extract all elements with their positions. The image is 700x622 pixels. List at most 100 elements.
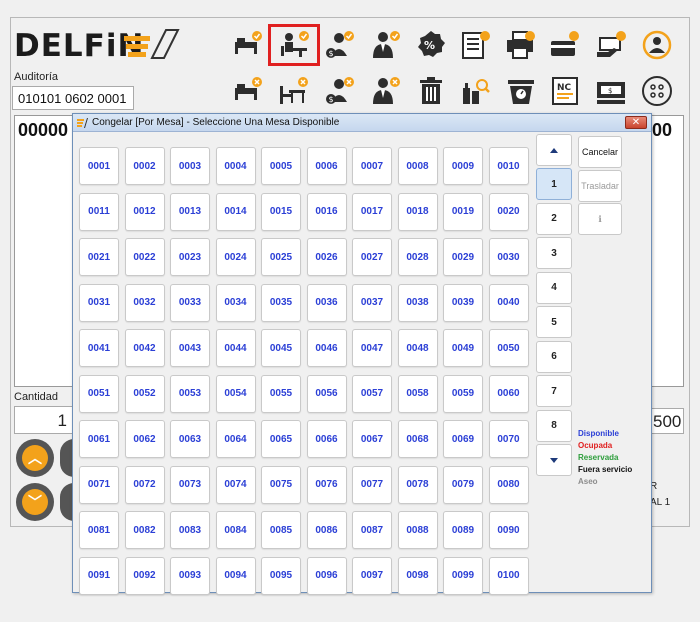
table-button[interactable]: 0056 — [306, 374, 347, 413]
table-button[interactable]: 0095 — [261, 556, 301, 595]
table-button[interactable]: 0063 — [170, 420, 210, 458]
table-button[interactable]: 0034 — [215, 283, 256, 322]
table-button[interactable]: 0077 — [352, 465, 392, 504]
toolbar-button-waiter-cancel[interactable]: $ — [320, 72, 358, 110]
table-button[interactable]: 0083 — [170, 511, 210, 549]
table-button[interactable]: 0071 — [79, 465, 119, 504]
table-button[interactable]: 0030 — [488, 238, 529, 276]
table-button[interactable]: 0073 — [170, 465, 210, 504]
table-button[interactable]: 0084 — [215, 511, 256, 549]
table-button[interactable]: 0003 — [170, 147, 210, 185]
table-button[interactable]: 0065 — [261, 420, 301, 458]
table-button[interactable]: 0044 — [215, 329, 256, 367]
table-button[interactable]: 0005 — [261, 147, 301, 185]
table-button[interactable]: 0025 — [261, 238, 301, 276]
page-button[interactable]: 6 — [536, 340, 572, 373]
table-button[interactable]: 0096 — [306, 556, 347, 595]
table-button[interactable]: 0041 — [79, 329, 119, 367]
table-button[interactable]: 0090 — [488, 511, 529, 549]
table-button[interactable]: 0072 — [124, 465, 165, 504]
toolbar-button-bed-check[interactable] — [228, 26, 266, 64]
table-button[interactable]: 0024 — [215, 238, 256, 276]
table-button[interactable]: 0075 — [261, 465, 301, 504]
table-button[interactable]: 0016 — [306, 192, 347, 231]
table-button[interactable]: 0012 — [124, 192, 165, 231]
table-button[interactable]: 0093 — [170, 556, 210, 595]
toolbar-button-person-check[interactable] — [366, 26, 404, 64]
table-button[interactable]: 0052 — [124, 374, 165, 413]
table-button[interactable]: 0079 — [443, 465, 483, 504]
table-button[interactable]: 0094 — [215, 556, 256, 595]
table-button[interactable]: 0035 — [261, 283, 301, 322]
table-button[interactable]: 0021 — [79, 238, 119, 276]
table-button[interactable]: 0040 — [488, 283, 529, 322]
table-button[interactable]: 0022 — [124, 238, 165, 276]
toolbar-button-user-sync[interactable] — [638, 26, 676, 64]
table-button[interactable]: 0091 — [79, 556, 119, 595]
quantity-field[interactable]: 1 — [14, 406, 74, 434]
table-button[interactable]: 0048 — [397, 329, 438, 367]
table-button[interactable]: 0074 — [215, 465, 256, 504]
table-button[interactable]: 0009 — [443, 147, 483, 185]
table-button[interactable]: 0082 — [124, 511, 165, 549]
table-button[interactable]: 0064 — [215, 420, 256, 458]
table-button[interactable]: 0036 — [306, 283, 347, 322]
page-button[interactable]: 4 — [536, 271, 572, 304]
table-button[interactable]: 0078 — [397, 465, 438, 504]
table-button[interactable]: 0015 — [261, 192, 301, 231]
table-button[interactable]: 0010 — [488, 147, 529, 185]
audit-field[interactable]: 010101 0602 0001 — [12, 86, 134, 110]
table-button[interactable]: 0037 — [352, 283, 392, 322]
table-button[interactable]: 0014 — [215, 192, 256, 231]
toolbar-button-trash[interactable] — [412, 72, 450, 110]
page-button[interactable]: 5 — [536, 306, 572, 338]
table-button[interactable]: 0100 — [488, 556, 529, 595]
table-button[interactable]: 0038 — [397, 283, 438, 322]
table-button[interactable]: 0031 — [79, 283, 119, 322]
table-button[interactable]: 0002 — [124, 147, 165, 185]
table-button[interactable]: 0061 — [79, 420, 119, 458]
cancel-button[interactable]: Cancelar — [578, 136, 622, 168]
close-button[interactable]: ✕ — [625, 116, 647, 129]
table-button[interactable]: 0086 — [306, 511, 347, 549]
table-button[interactable]: 0069 — [443, 420, 483, 458]
table-button[interactable]: 0060 — [488, 374, 529, 413]
table-button[interactable]: 0058 — [397, 374, 438, 413]
toolbar-button-bed-cancel[interactable] — [228, 72, 266, 110]
table-button[interactable]: 0027 — [352, 238, 392, 276]
table-button[interactable]: 0085 — [261, 511, 301, 549]
toolbar-button-credit-note[interactable]: NC — [546, 72, 584, 110]
table-button[interactable]: 0017 — [352, 192, 392, 231]
table-button[interactable]: 0068 — [397, 420, 438, 458]
table-button[interactable]: 0007 — [352, 147, 392, 185]
table-button[interactable]: 0081 — [79, 511, 119, 549]
table-button[interactable]: 0054 — [215, 374, 256, 413]
page-up-button[interactable] — [536, 134, 572, 166]
table-button[interactable]: 0099 — [443, 556, 483, 595]
toolbar-button-bottles-search[interactable] — [456, 72, 494, 110]
table-button[interactable]: 0057 — [352, 374, 392, 413]
page-button[interactable]: 7 — [536, 375, 572, 407]
toolbar-button-cash-register[interactable]: $ — [592, 72, 630, 110]
toolbar-button-document[interactable] — [456, 26, 494, 64]
table-button[interactable]: 0053 — [170, 374, 210, 413]
table-button[interactable]: 0045 — [261, 329, 301, 367]
table-button[interactable]: 0018 — [397, 192, 438, 231]
table-button[interactable]: 0050 — [488, 329, 529, 367]
price-field[interactable]: 500 — [650, 408, 684, 434]
toolbar-button-percent[interactable]: % — [412, 26, 450, 64]
toolbar-button-printer[interactable] — [502, 26, 540, 64]
table-button[interactable]: 0062 — [124, 420, 165, 458]
page-button[interactable]: 1 — [536, 168, 572, 200]
table-button[interactable]: 0080 — [488, 465, 529, 504]
table-button[interactable]: 0098 — [397, 556, 438, 595]
table-button[interactable]: 0008 — [397, 147, 438, 185]
table-button[interactable]: 0070 — [488, 420, 529, 458]
page-button[interactable]: 2 — [536, 202, 572, 235]
table-button[interactable]: 0055 — [261, 374, 301, 413]
page-button[interactable]: 3 — [536, 237, 572, 269]
table-button[interactable]: 0001 — [79, 147, 119, 185]
table-button[interactable]: 0032 — [124, 283, 165, 322]
table-button[interactable]: 0039 — [443, 283, 483, 322]
table-button[interactable]: 0013 — [170, 192, 210, 231]
